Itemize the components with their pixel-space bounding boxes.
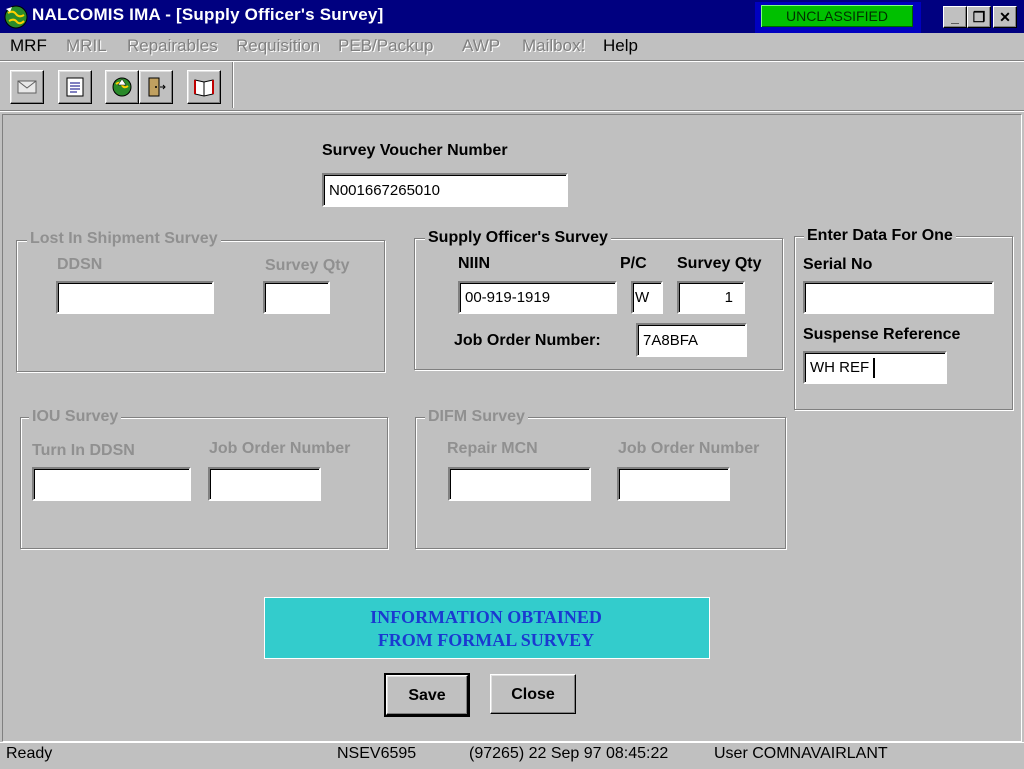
status-user: User COMNAVAIRLANT xyxy=(714,745,888,762)
menu-requisition[interactable]: Requisition xyxy=(236,36,320,56)
toolbar-top-divider xyxy=(0,60,1024,62)
ddsn-label: DDSN xyxy=(57,256,103,273)
lis-survey-qty-label: Survey Qty xyxy=(265,257,350,274)
lost-in-shipment-legend: Lost In Shipment Survey xyxy=(27,230,221,248)
menu-help[interactable]: Help xyxy=(603,36,638,56)
turn-in-ddsn-input[interactable] xyxy=(32,467,191,501)
difm-job-order-label: Job Order Number xyxy=(618,440,760,457)
status-datetime: (97265) 22 Sep 97 08:45:22 xyxy=(469,745,669,762)
status-terminal: NSEV6595 xyxy=(337,745,417,762)
survey-voucher-label: Survey Voucher Number xyxy=(322,142,508,159)
toolbar-bottom-divider xyxy=(0,110,1024,112)
suspense-reference-label: Suspense Reference xyxy=(803,326,961,343)
close-button[interactable]: Close xyxy=(490,674,576,714)
repair-mcn-label: Repair MCN xyxy=(447,440,538,457)
app-globe-icon[interactable] xyxy=(3,4,29,30)
difm-job-order-input[interactable] xyxy=(617,467,730,501)
restore-button[interactable]: ❐ xyxy=(967,6,991,28)
lis-survey-qty-input[interactable] xyxy=(263,281,330,314)
notepad-icon[interactable] xyxy=(58,70,92,104)
menu-peb-packup[interactable]: PEB/Packup xyxy=(338,36,433,56)
so-survey-qty-input[interactable] xyxy=(677,281,745,314)
enter-data-legend: Enter Data For One xyxy=(804,227,956,245)
envelope-icon[interactable] xyxy=(10,70,44,104)
serial-no-label: Serial No xyxy=(803,256,873,273)
job-order-label: Job Order Number: xyxy=(454,332,601,349)
text-cursor xyxy=(873,358,875,378)
globe-icon[interactable] xyxy=(105,70,139,104)
toolbar-separator xyxy=(232,62,234,108)
ddsn-input[interactable] xyxy=(56,281,214,314)
survey-voucher-input[interactable] xyxy=(322,173,568,207)
menu-mailbox[interactable]: Mailbox! xyxy=(522,36,585,56)
menu-mril[interactable]: MRIL xyxy=(66,36,107,56)
turn-in-ddsn-label: Turn In DDSN xyxy=(32,442,135,459)
iou-job-order-label: Job Order Number xyxy=(209,440,351,457)
close-window-button[interactable]: ✕ xyxy=(993,6,1017,28)
status-state: Ready xyxy=(6,745,53,762)
window-title: NALCOMIS IMA - [Supply Officer's Survey] xyxy=(32,5,384,24)
iou-survey-legend: IOU Survey xyxy=(29,408,122,426)
suspense-reference-input[interactable] xyxy=(803,351,947,384)
so-survey-qty-label: Survey Qty xyxy=(677,255,762,272)
difm-survey-legend: DIFM Survey xyxy=(425,408,528,426)
job-order-input[interactable] xyxy=(636,323,747,357)
niin-input[interactable] xyxy=(458,281,617,314)
repair-mcn-input[interactable] xyxy=(448,467,591,501)
iou-job-order-input[interactable] xyxy=(208,467,321,501)
supply-officer-legend: Supply Officer's Survey xyxy=(425,229,611,247)
book-icon[interactable] xyxy=(187,70,221,104)
classification-badge: UNCLASSIFIED xyxy=(761,5,913,27)
save-button[interactable]: Save xyxy=(384,673,470,717)
menu-repairables[interactable]: Repairables xyxy=(127,36,218,56)
menu-awp[interactable]: AWP xyxy=(462,36,500,56)
exit-door-icon[interactable] xyxy=(139,70,173,104)
niin-label: NIIN xyxy=(458,255,490,272)
info-callout-text: INFORMATION OBTAINED FROM FORMAL SURVEY xyxy=(370,607,602,650)
restore-icon: ❐ xyxy=(972,9,986,25)
pc-label: P/C xyxy=(620,255,647,272)
menu-mrf[interactable]: MRF xyxy=(10,36,47,56)
minimize-button[interactable]: _ xyxy=(943,6,967,28)
pc-input[interactable] xyxy=(631,281,663,314)
close-icon: ✕ xyxy=(999,9,1011,25)
save-button-label: Save xyxy=(408,687,446,704)
minimize-icon: _ xyxy=(951,9,959,25)
serial-no-input[interactable] xyxy=(803,281,994,314)
